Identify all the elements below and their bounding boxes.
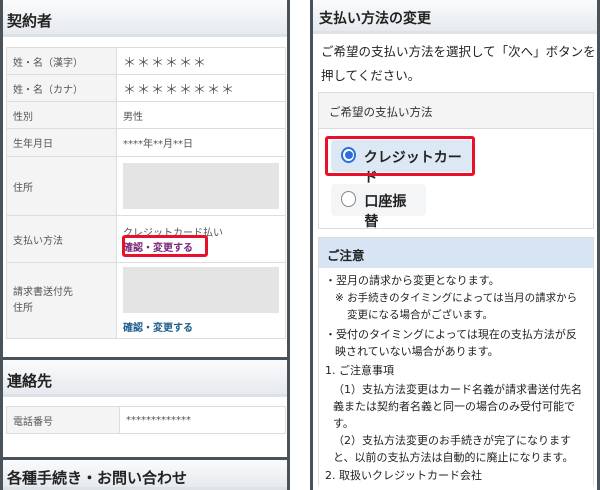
- notice-line: 2. 取扱いクレジットカード会社: [325, 469, 482, 482]
- option-bank-transfer[interactable]: 口座振替: [331, 184, 426, 230]
- redacted-address: [123, 163, 279, 209]
- section-title-contractor: 契約者: [3, 0, 287, 37]
- table-row: 性別 男性: [6, 101, 286, 129]
- row-label: 住所: [6, 156, 117, 216]
- section-title-procedures: 各種手続き・お問い合わせ: [3, 460, 287, 490]
- row-value: ＊＊＊＊＊＊＊＊: [116, 74, 286, 102]
- row-label: 性別: [6, 101, 117, 129]
- notice-line: ・受付のタイミングによっては現在の支払方法が反映されていない場合があります。: [325, 328, 577, 358]
- notice-line: （1）支払方法変更はカード名義が請求書送付先名義または契約者名義と同一の場合のみ…: [333, 383, 582, 430]
- radio-unselected-icon[interactable]: [341, 191, 357, 207]
- row-value: 男性: [116, 101, 286, 129]
- contractor-table: 姓・名（漢字） ＊＊＊＊＊＊ 姓・名（カナ） ＊＊＊＊＊＊＊＊ 性別 男性 生年月日 *…: [6, 47, 286, 339]
- notice-line: （2）支払方法変更のお手続きが完了になりますと、以前の支払方法は自動的に廃止にな…: [333, 434, 574, 464]
- row-label: 支払い方法: [6, 215, 117, 263]
- row-label: 生年月日: [6, 128, 117, 157]
- redacted-billing-address: [123, 267, 279, 313]
- instruction-text: ご希望の支払い方法を選択して「次へ」ボタンを押してください。: [321, 44, 596, 83]
- contact-table: 電話番号 *************: [6, 406, 286, 434]
- notice-box: ご注意 ・翌月の請求から変更となります。 ※ お手続きのタイミングによっては当月…: [318, 237, 594, 486]
- row-label: 請求書送付先 住所: [6, 262, 117, 339]
- change-billing-address-link[interactable]: 確認・変更する: [123, 319, 279, 334]
- notice-line: 1. ご注意事項: [325, 364, 394, 377]
- row-value: ＊＊＊＊＊＊: [116, 47, 286, 75]
- row-value: ****年**月**日: [116, 128, 286, 157]
- row-label: 姓・名（カナ）: [6, 74, 117, 102]
- table-row: 請求書送付先 住所 確認・変更する: [6, 262, 286, 339]
- row-value: *************: [119, 406, 286, 434]
- row-label: 電話番号: [6, 406, 120, 434]
- table-row: 姓・名（カナ） ＊＊＊＊＊＊＊＊: [6, 74, 286, 102]
- option-label: 口座振替: [364, 194, 407, 230]
- notice-line: ・翌月の請求から変更となります。: [325, 274, 500, 287]
- page-title: 支払い方法の変更: [313, 0, 597, 34]
- selector-title: ご希望の支払い方法: [319, 93, 593, 129]
- contract-details-panel: 契約者 姓・名（漢字） ＊＊＊＊＊＊ 姓・名（カナ） ＊＊＊＊＊＊＊＊ 性別 男性 生…: [0, 0, 290, 490]
- section-title-contact: 連絡先: [3, 360, 287, 397]
- row-value: 確認・変更する: [116, 262, 286, 339]
- table-row: 姓・名（漢字） ＊＊＊＊＊＊: [6, 47, 286, 75]
- table-row: 電話番号 *************: [6, 406, 286, 434]
- row-value: [116, 156, 286, 216]
- notice-line: ※ お手続きのタイミングによっては当月の請求から変更になる場合がございます。: [335, 292, 578, 321]
- highlight-box: [122, 235, 208, 257]
- notice-title: ご注意: [319, 238, 593, 268]
- payment-change-panel: 支払い方法の変更 ご希望の支払い方法を選択して「次へ」ボタンを押してください。 …: [310, 0, 600, 490]
- highlight-box: [325, 136, 475, 176]
- table-row: 生年月日 ****年**月**日: [6, 128, 286, 157]
- table-row: 住所: [6, 156, 286, 216]
- row-label: 姓・名（漢字）: [6, 47, 117, 75]
